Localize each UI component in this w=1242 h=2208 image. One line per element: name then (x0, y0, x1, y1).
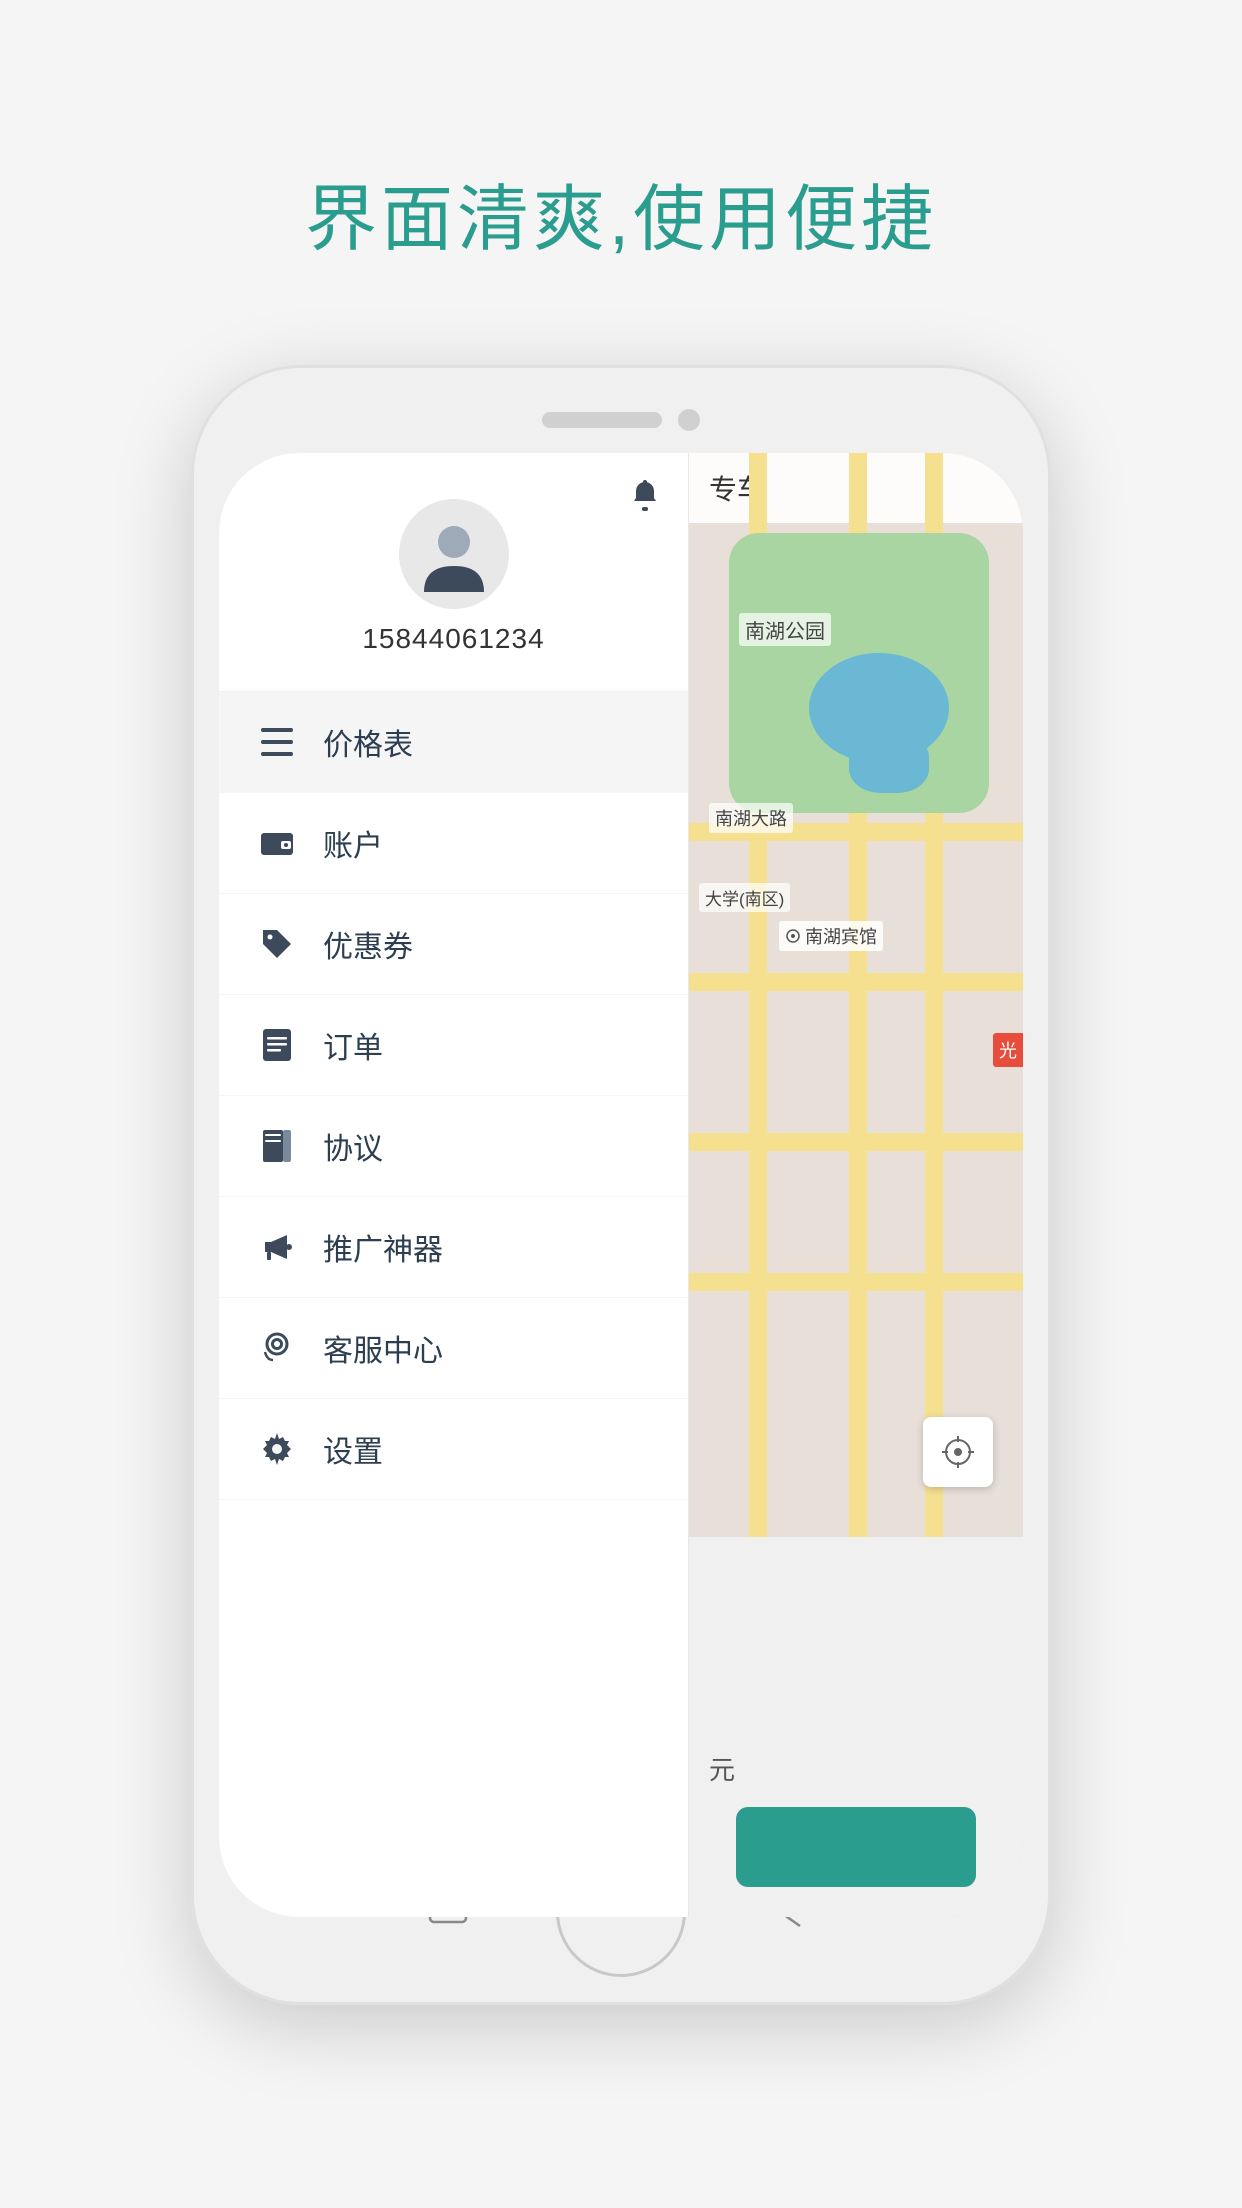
map-park-area (729, 533, 989, 813)
agreement-label: 协议 (323, 1124, 383, 1168)
menu-item-settings[interactable]: 设置 (219, 1399, 688, 1500)
hotel-label: 南湖宾馆 (779, 921, 883, 951)
menu-list: 价格表 账户 (219, 692, 688, 1917)
phone-shell: 15844061234 (191, 365, 1051, 2005)
phone-screen: 15844061234 (219, 453, 1023, 1917)
location-button[interactable] (923, 1417, 993, 1487)
phone-top-bar (542, 409, 700, 431)
order-label: 订单 (323, 1023, 383, 1067)
speaker-bar (542, 412, 662, 428)
red-label: 光 (993, 1033, 1023, 1067)
university-label: 大学(南区) (699, 883, 790, 912)
gear-icon (255, 1427, 299, 1471)
drawer-panel: 15844061234 (219, 453, 689, 1917)
user-phone-number: 15844061234 (362, 623, 544, 655)
page-title: 界面清爽,使用便捷 (305, 160, 937, 265)
map-lake-2 (849, 733, 929, 793)
book-icon (255, 1124, 299, 1168)
menu-item-account[interactable]: 账户 (219, 793, 688, 894)
headset-icon (255, 1326, 299, 1370)
menu-item-price[interactable]: 价格表 (219, 692, 688, 793)
menu-item-service[interactable]: 客服中心 (219, 1298, 688, 1399)
megaphone-icon (255, 1225, 299, 1269)
drawer-header: 15844061234 (219, 453, 688, 692)
menu-item-agreement[interactable]: 协议 (219, 1096, 688, 1197)
coupon-label: 优惠券 (323, 922, 413, 966)
list-icon (255, 720, 299, 764)
wallet-icon (255, 821, 299, 865)
phone-mockup: 15844061234 (191, 365, 1051, 2005)
menu-item-order[interactable]: 订单 (219, 995, 688, 1096)
camera-dot (678, 409, 700, 431)
hotel-name: 南湖宾馆 (805, 923, 877, 949)
tag-icon (255, 922, 299, 966)
order-button[interactable] (736, 1807, 976, 1887)
yuan-label: 元 (689, 1750, 735, 1787)
menu-item-promote[interactable]: 推广神器 (219, 1197, 688, 1298)
road-label: 南湖大路 (709, 803, 793, 833)
park-label: 南湖公园 (739, 613, 831, 646)
notification-bell-icon[interactable] (626, 477, 664, 520)
menu-item-coupon[interactable]: 优惠券 (219, 894, 688, 995)
price-label: 价格表 (323, 720, 413, 764)
app-content: 15844061234 (219, 453, 1023, 1917)
map-panel: 专车 (689, 453, 1023, 1917)
promote-label: 推广神器 (323, 1225, 443, 1269)
settings-label: 设置 (323, 1427, 383, 1471)
account-label: 账户 (323, 821, 383, 865)
order-icon (255, 1023, 299, 1067)
service-label: 客服中心 (323, 1326, 443, 1370)
map-bottom-panel: 元 (689, 1537, 1023, 1917)
user-avatar[interactable] (399, 499, 509, 609)
